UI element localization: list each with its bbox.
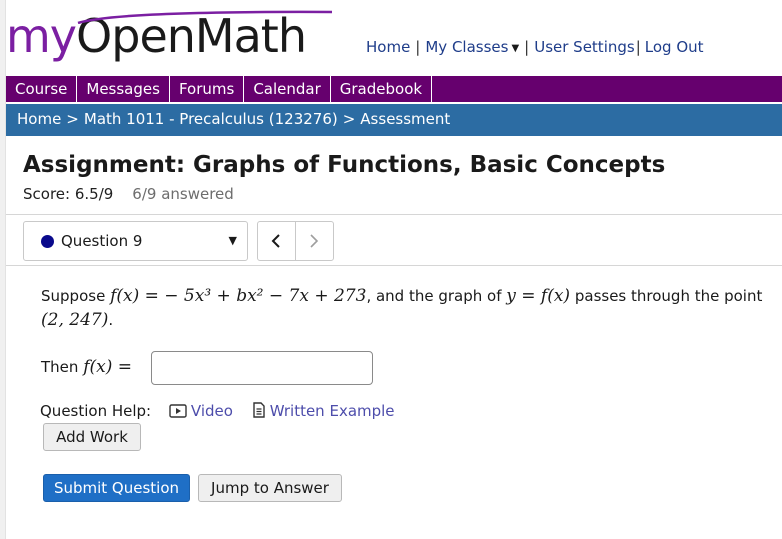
breadcrumb-home[interactable]: Home [17,110,61,128]
nav-gradebook[interactable]: Gradebook [331,76,433,102]
breadcrumb-current: Assessment [360,110,451,128]
question-text: Suppose f(x) = − 5x³ + bx² − 7x + 273, a… [41,284,776,332]
user-settings-link[interactable]: User Settings [534,38,634,56]
breadcrumb-separator: > [342,110,356,128]
nav-calendar[interactable]: Calendar [244,76,331,102]
answer-input[interactable] [151,351,373,385]
written-example-link[interactable]: Written Example [270,402,395,420]
page-title: Assignment: Graphs of Functions, Basic C… [23,152,666,178]
video-icon [169,404,187,422]
question-suppose: Suppose [41,287,106,305]
logo-my: my [6,9,77,63]
then-math: f(x) = [83,357,132,377]
question-period: . [108,311,114,329]
separator: | [524,38,530,56]
question-help-label: Question Help: [40,402,152,420]
breadcrumb: Home > Math 1011 - Precalculus (123276) > As… [6,104,782,136]
add-work-button[interactable]: Add Work [43,423,141,451]
score: Score: 6.5/9 [23,185,114,203]
next-question-button[interactable] [296,222,334,260]
chevron-left-icon [271,234,280,248]
question-and-graph: , and the graph of [366,287,502,305]
logo[interactable]: myOpenMath [6,8,333,68]
breadcrumb-course[interactable]: Math 1011 - Precalculus (123276) [84,110,338,128]
submit-question-button[interactable]: Submit Question [43,474,190,502]
question-help: Question Help: Video Written Example [40,402,395,422]
question-select[interactable]: Question 9 ▼ [23,221,248,261]
question-status-dot-icon [41,235,54,248]
separator: | [415,38,421,56]
my-classes-label: My Classes [425,38,509,56]
question-select-label: Question 9 [61,232,143,250]
video-link[interactable]: Video [191,402,233,420]
function-definition: f(x) = − 5x³ + bx² − 7x + 273 [110,286,367,306]
answered-count: 6/9 answered [132,185,234,203]
document-icon [252,402,266,422]
nav-messages[interactable]: Messages [77,76,170,102]
main-nav: Course Messages Forums Calendar Gradeboo… [6,76,782,102]
separator: | [635,38,641,56]
then-text: Then [41,358,79,376]
home-link[interactable]: Home [366,38,410,56]
chevron-right-icon [310,234,319,248]
given-point: (2, 247) [41,310,109,330]
question-passes: passes through the point [574,287,763,305]
previous-question-button[interactable] [258,222,296,260]
dropdown-arrow-icon: ▼ [228,234,237,247]
nav-course[interactable]: Course [6,76,78,102]
question-nav-buttons [257,221,334,261]
graph-equation: y = f(x) [506,286,571,306]
log-out-link[interactable]: Log Out [645,38,704,56]
divider [6,265,782,266]
caret-down-icon: ▼ [511,43,520,54]
nav-forums[interactable]: Forums [170,76,245,102]
logo-arc [77,10,333,24]
divider [6,214,782,215]
jump-to-answer-button[interactable]: Jump to Answer [198,474,342,502]
breadcrumb-separator: > [66,110,79,128]
top-links: Home | My Classes ▼ | User Settings| Log Out [366,38,704,56]
my-classes-link[interactable]: My Classes ▼ [425,38,519,56]
answer-label: Then f(x) = [41,357,132,377]
score-line: Score: 6.5/9 6/9 answered [23,185,234,203]
